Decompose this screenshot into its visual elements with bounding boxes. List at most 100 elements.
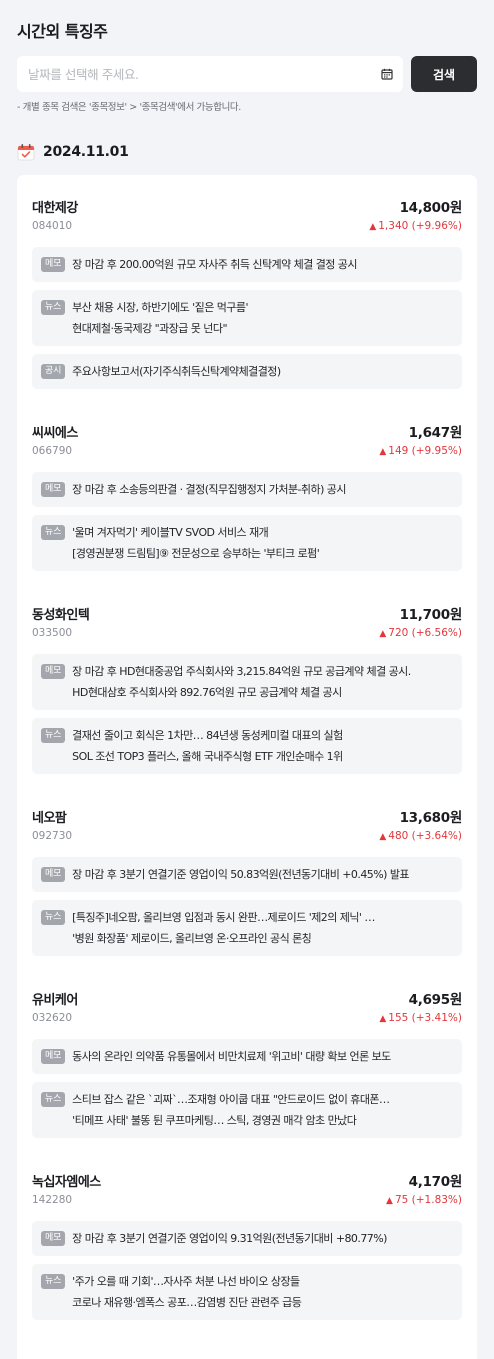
stock-header[interactable]: 대한제강 084010 14,800원 ▲ 1,340 (+9.96%) (32, 200, 462, 236)
note-lines: 주요사항보고서(자기주식취득신탁계약체결결정) (72, 364, 281, 379)
stock-quote: 4,170원 ▲ 75 (+1.83%) (386, 1174, 462, 1210)
stock-price: 4,695원 (408, 992, 463, 1008)
stock-header[interactable]: 씨씨에스 066790 1,647원 ▲ 149 (+9.95%) (32, 425, 462, 461)
note-tag-badge: 메모 (41, 257, 66, 272)
note-line[interactable]: 장 마감 후 소송등의판결 · 결정(직무집행정지 가처분-취하) 공시 (72, 482, 346, 497)
note-item[interactable]: 뉴스 부산 채용 시장, 하반기에도 '짙은 먹구름' 현대제철·동국제강 "과장급… (32, 290, 462, 346)
note-lines: 장 마감 후 200.00억원 규모 자사주 취득 신탁계약 체결 결정 공시 (72, 257, 357, 272)
up-arrow-icon: ▲ (386, 1196, 393, 1206)
stock-header[interactable]: 유비케어 032620 4,695원 ▲ 155 (+3.41%) (32, 992, 462, 1028)
stock-item: 대한제강 084010 14,800원 ▲ 1,340 (+9.96%) 메모 장 마감 후… (32, 200, 462, 389)
note-line[interactable]: 결재선 줄이고 회식은 1차만… 84년생 동성케미컬 대표의 실험 (72, 728, 343, 743)
note-lines: 부산 채용 시장, 하반기에도 '짙은 먹구름' 현대제철·동국제강 "과장급 못… (72, 300, 248, 336)
note-line[interactable]: '티메프 사태' 불똥 튄 쿠프마케팅… 스틱, 경영권 매각 암초 만났다 (72, 1113, 389, 1128)
note-line[interactable]: SOL 조선 TOP3 플러스, 올해 국내주식형 ETF 개인순매수 1위 (72, 749, 343, 764)
stock-name[interactable]: 동성화인텍 (32, 607, 90, 624)
stock-name[interactable]: 유비케어 (32, 992, 78, 1009)
stock-item: 네오팜 092730 13,680원 ▲ 480 (+3.64%) 메모 장 마감 후 3분… (32, 810, 462, 956)
note-lines: 장 마감 후 소송등의판결 · 결정(직무집행정지 가처분-취하) 공시 (72, 482, 346, 497)
note-line[interactable]: [특징주]네오팜, 올리브영 입점과 동시 완판…제로이드 '제2의 제닉' … (72, 910, 375, 925)
calendar-icon[interactable] (381, 68, 393, 80)
stock-change: ▲ 149 (+9.95%) (379, 443, 462, 460)
note-item[interactable]: 메모 장 마감 후 3분기 연결기준 영업이익 50.83억원(전년동기대비 +0… (32, 857, 462, 892)
stock-price: 1,647원 (408, 425, 463, 441)
stock-list-card: 대한제강 084010 14,800원 ▲ 1,340 (+9.96%) 메모 장 마감 후… (17, 175, 477, 1359)
note-line[interactable]: '울며 겨자먹기' 케이블TV SVOD 서비스 재개 (72, 525, 319, 540)
note-lines: 결재선 줄이고 회식은 1차만… 84년생 동성케미컬 대표의 실험 SOL 조선… (72, 728, 343, 764)
note-item[interactable]: 메모 장 마감 후 3분기 연결기준 영업이익 9.31억원(전년동기대비 +80… (32, 1221, 462, 1256)
note-line[interactable]: 현대제철·동국제강 "과장급 못 넌다" (72, 321, 248, 336)
stock-change-value: 720 (+6.56%) (388, 627, 462, 639)
note-line[interactable]: '주가 오를 때 기회'…자사주 처분 나선 바이오 상장들 (72, 1274, 301, 1289)
note-line[interactable]: 부산 채용 시장, 하반기에도 '짙은 먹구름' (72, 300, 248, 315)
note-lines: 스티브 잡스 같은 `괴짜`…조재형 아이쿱 대표 "안드로이드 없이 휴대폰…… (72, 1092, 390, 1128)
note-item[interactable]: 메모 장 마감 후 200.00억원 규모 자사주 취득 신탁계약 체결 결정 공… (32, 247, 462, 282)
stock-info: 대한제강 084010 (32, 200, 78, 236)
stock-notes: 메모 장 마감 후 200.00억원 규모 자사주 취득 신탁계약 체결 결정 공… (32, 247, 462, 389)
stock-name[interactable]: 대한제강 (32, 200, 78, 217)
note-item[interactable]: 뉴스 '주가 오를 때 기회'…자사주 처분 나선 바이오 상장들코로나 재유행·… (32, 1264, 462, 1320)
stock-code: 092730 (32, 830, 73, 842)
note-line[interactable]: 장 마감 후 3분기 연결기준 영업이익 9.31억원(전년동기대비 +80.7… (72, 1231, 387, 1246)
note-lines: [특징주]네오팜, 올리브영 입점과 동시 완판…제로이드 '제2의 제닉' …… (72, 910, 375, 946)
page-title: 시간외 특징주 (17, 22, 108, 41)
stock-quote: 11,700원 ▲ 720 (+6.56%) (379, 607, 462, 643)
note-lines: 장 마감 후 HD현대중공업 주식회사와 3,215.84억원 규모 공급계약 … (72, 664, 411, 700)
up-arrow-icon: ▲ (379, 447, 387, 457)
stock-name[interactable]: 녹십자엠에스 (32, 1174, 101, 1191)
up-arrow-icon: ▲ (369, 222, 377, 232)
stock-info: 유비케어 032620 (32, 992, 78, 1028)
stock-header[interactable]: 동성화인텍 033500 11,700원 ▲ 720 (+6.56%) (32, 607, 462, 643)
stock-code: 033500 (32, 627, 73, 639)
note-line[interactable]: 장 마감 후 HD현대중공업 주식회사와 3,215.84억원 규모 공급계약 … (72, 664, 411, 679)
stock-code: 032620 (32, 1012, 73, 1024)
up-arrow-icon: ▲ (379, 1014, 387, 1024)
stock-name[interactable]: 씨씨에스 (32, 425, 78, 442)
note-item[interactable]: 메모 장 마감 후 소송등의판결 · 결정(직무집행정지 가처분-취하) 공시 (32, 472, 462, 507)
note-line[interactable]: '병원 화장품' 제로이드, 올리브영 온·오프라인 공식 론칭 (72, 931, 375, 946)
search-bar: 검색 (17, 56, 477, 92)
stock-change: ▲ 75 (+1.83%) (386, 1192, 462, 1209)
note-line[interactable]: 동사의 온라인 의약품 유통몰에서 비만치료제 '위고비' 대량 확보 언론 보… (72, 1049, 391, 1064)
note-tag-badge: 뉴스 (41, 910, 66, 925)
note-tag-badge: 뉴스 (41, 1274, 66, 1289)
date-label: 2024.11.01 (43, 144, 129, 160)
note-line[interactable]: HD현대삼호 주식회사와 892.76억원 규모 공급계약 체결 공시 (72, 685, 411, 700)
note-item[interactable]: 메모 장 마감 후 HD현대중공업 주식회사와 3,215.84억원 규모 공급계… (32, 654, 462, 710)
stock-notes: 메모 장 마감 후 HD현대중공업 주식회사와 3,215.84억원 규모 공급계… (32, 654, 462, 774)
stock-header[interactable]: 네오팜 092730 13,680원 ▲ 480 (+3.64%) (32, 810, 462, 846)
stock-price: 13,680원 (399, 810, 463, 826)
date-picker-field[interactable] (17, 56, 403, 92)
search-button[interactable]: 검색 (411, 56, 477, 92)
note-item[interactable]: 뉴스 [특징주]네오팜, 올리브영 입점과 동시 완판…제로이드 '제2의 제닉'… (32, 900, 462, 956)
stock-change: ▲ 155 (+3.41%) (379, 1010, 462, 1027)
note-tag-badge: 메모 (41, 482, 66, 497)
note-tag-badge: 메모 (41, 1049, 66, 1064)
stock-quote: 1,647원 ▲ 149 (+9.95%) (379, 425, 462, 461)
stock-notes: 메모 동사의 온라인 의약품 유통몰에서 비만치료제 '위고비' 대량 확보 언론… (32, 1039, 462, 1138)
note-item[interactable]: 공시 주요사항보고서(자기주식취득신탁계약체결결정) (32, 354, 462, 389)
date-input[interactable] (28, 66, 381, 82)
stock-change-value: 149 (+9.95%) (388, 445, 462, 457)
note-item[interactable]: 메모 동사의 온라인 의약품 유통몰에서 비만치료제 '위고비' 대량 확보 언론… (32, 1039, 462, 1074)
note-tag-badge: 뉴스 (41, 300, 66, 315)
note-lines: 동사의 온라인 의약품 유통몰에서 비만치료제 '위고비' 대량 확보 언론 보… (72, 1049, 391, 1064)
stock-quote: 14,800원 ▲ 1,340 (+9.96%) (369, 200, 462, 236)
note-line[interactable]: 코로나 재유행·엠폭스 공포…감염병 진단 관련주 급등 (72, 1295, 302, 1310)
stock-item: 씨씨에스 066790 1,647원 ▲ 149 (+9.95%) 메모 장 마감 후 소송… (32, 425, 462, 571)
note-line[interactable]: 장 마감 후 3분기 연결기준 영업이익 50.83억원(전년동기대비 +0.4… (72, 867, 409, 882)
stock-info: 동성화인텍 033500 (32, 607, 90, 643)
note-item[interactable]: 뉴스 스티브 잡스 같은 `괴짜`…조재형 아이쿱 대표 "안드로이드 없이 휴대… (32, 1082, 462, 1138)
stock-name[interactable]: 네오팜 (32, 810, 72, 827)
note-tag-badge: 뉴스 (41, 525, 66, 540)
stock-change-value: 155 (+3.41%) (388, 1012, 462, 1024)
stock-change-value: 480 (+3.64%) (388, 830, 462, 842)
stock-header[interactable]: 녹십자엠에스 142280 4,170원 ▲ 75 (+1.83%) (32, 1174, 462, 1210)
stock-item: 유비케어 032620 4,695원 ▲ 155 (+3.41%) 메모 동사의 온라인 의… (32, 992, 462, 1138)
note-line[interactable]: 장 마감 후 200.00억원 규모 자사주 취득 신탁계약 체결 결정 공시 (72, 257, 357, 272)
note-item[interactable]: 뉴스 결재선 줄이고 회식은 1차만… 84년생 동성케미컬 대표의 실험 SOL … (32, 718, 462, 774)
note-line[interactable]: 주요사항보고서(자기주식취득신탁계약체결결정) (72, 364, 281, 379)
note-item[interactable]: 뉴스 '울며 겨자먹기' 케이블TV SVOD 서비스 재개 [경영권분쟁 드림팀]… (32, 515, 462, 571)
note-line[interactable]: 스티브 잡스 같은 `괴짜`…조재형 아이쿱 대표 "안드로이드 없이 휴대폰… (72, 1092, 390, 1107)
note-line[interactable]: [경영권분쟁 드림팀]⑨ 전문성으로 승부하는 '부티크 로펌' (72, 546, 320, 561)
